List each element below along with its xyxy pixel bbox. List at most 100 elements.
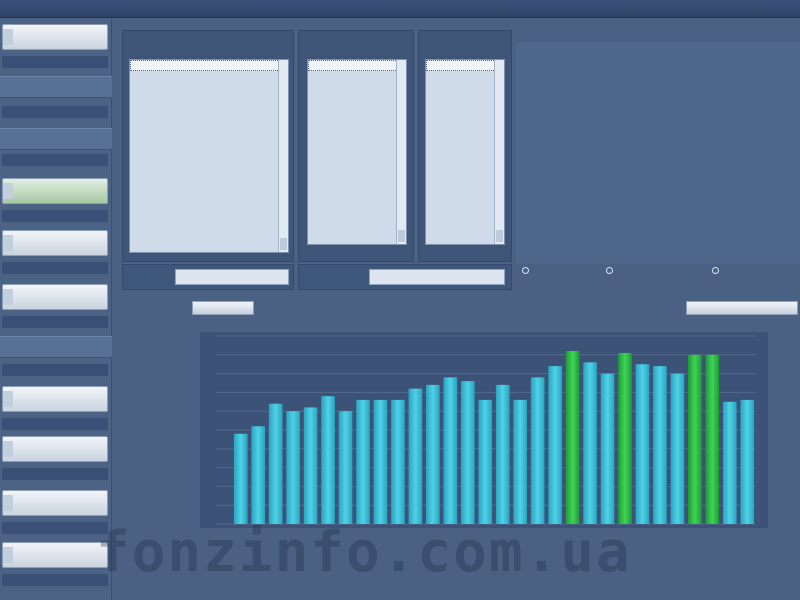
- sidebar-separator: [0, 336, 112, 358]
- sidebar-button[interactable]: [2, 284, 108, 310]
- info-row: [524, 178, 794, 192]
- chart-bar: [653, 366, 667, 524]
- chart-bar: [338, 411, 353, 524]
- chart-bar: [408, 388, 423, 524]
- window-titlebar: [0, 0, 800, 18]
- chart-bar: [478, 399, 493, 524]
- toolbar-button-1[interactable]: [192, 301, 254, 315]
- list-item[interactable]: [308, 60, 406, 71]
- chart-bar: [513, 399, 528, 524]
- chart-bar: [495, 384, 510, 524]
- list-box-1[interactable]: [129, 59, 289, 253]
- chart-bar: [251, 426, 266, 524]
- list-box-3[interactable]: [425, 59, 505, 245]
- tab-edge-icon: [3, 235, 13, 251]
- sidebar-button[interactable]: [2, 436, 108, 462]
- list-item[interactable]: [426, 93, 504, 104]
- scroll-thumb[interactable]: [280, 238, 287, 250]
- chart-bar: [321, 396, 335, 524]
- info-row: [524, 76, 794, 90]
- chart-bar: [583, 362, 597, 524]
- radio-icon: [606, 267, 613, 274]
- chart-bar: [426, 384, 440, 524]
- sidebar-button[interactable]: [2, 490, 108, 516]
- scrollbar[interactable]: [396, 60, 406, 244]
- list-item[interactable]: [426, 71, 504, 82]
- info-row: [524, 194, 794, 208]
- chart-bar: [705, 354, 720, 524]
- info-row: [524, 92, 794, 106]
- filter-bar-2: [298, 264, 512, 290]
- chart-bar: [548, 366, 562, 524]
- sidebar: [0, 18, 112, 600]
- tab-edge-icon: [3, 495, 13, 511]
- chart-bar: [565, 351, 580, 524]
- sidebar-separator: [0, 76, 112, 98]
- sidebar-item-label: [2, 418, 108, 430]
- chart-bar: [286, 411, 300, 524]
- sidebar-item-label: [2, 210, 108, 222]
- chart-bar: [670, 373, 685, 524]
- sidebar-item-label: [2, 262, 108, 274]
- chart-bar: [356, 399, 370, 524]
- radio-icon: [522, 267, 529, 274]
- chart-toolbar: [112, 298, 800, 320]
- options-row: [516, 264, 800, 294]
- chart-bar: [688, 354, 702, 524]
- sidebar-button-active[interactable]: [2, 178, 108, 204]
- sidebar-item-label: [2, 154, 108, 166]
- sidebar-button[interactable]: [2, 386, 108, 412]
- radio-option-2[interactable]: [606, 266, 615, 275]
- chart-bar: [373, 399, 388, 524]
- list-item[interactable]: [426, 60, 504, 71]
- chart-bar: [391, 399, 405, 524]
- info-row: [524, 162, 794, 176]
- scroll-thumb[interactable]: [496, 230, 503, 242]
- radio-option-1[interactable]: [522, 266, 531, 275]
- info-row: [524, 60, 794, 74]
- sidebar-item-label: [2, 56, 108, 68]
- radio-icon: [712, 267, 719, 274]
- sidebar-button[interactable]: [2, 24, 108, 50]
- tab-edge-icon: [3, 29, 13, 45]
- sidebar-separator: [0, 128, 112, 150]
- chart-bar: [460, 381, 475, 524]
- list-panel-1: [122, 30, 294, 262]
- info-row: [524, 146, 794, 160]
- toolbar-button-2[interactable]: [686, 301, 798, 315]
- chart-bar: [618, 352, 632, 524]
- tab-edge-icon: [3, 441, 13, 457]
- info-row: [524, 210, 794, 224]
- list-panel-3: [418, 30, 512, 262]
- chart-bar: [303, 407, 318, 524]
- list-panel-2: [298, 30, 414, 262]
- radio-option-3[interactable]: [712, 266, 721, 275]
- sidebar-button[interactable]: [2, 542, 108, 568]
- list-box-2[interactable]: [307, 59, 407, 245]
- filter-input-2[interactable]: [369, 269, 505, 285]
- list-item[interactable]: [426, 82, 504, 93]
- chart-bar: [233, 433, 248, 524]
- watermark: fonzinfo.com.ua: [96, 520, 632, 585]
- chart-bar: [722, 401, 737, 524]
- filter-bar-1: [122, 264, 294, 290]
- chart-bar: [600, 373, 615, 524]
- info-panel: [516, 42, 800, 264]
- sidebar-item-label: [2, 316, 108, 328]
- chart-bar: [268, 403, 283, 524]
- scrollbar[interactable]: [494, 60, 504, 244]
- info-row: [524, 108, 794, 122]
- filter-input-1[interactable]: [175, 269, 289, 285]
- list-item[interactable]: [130, 71, 288, 82]
- sidebar-item-label: [2, 574, 108, 586]
- tab-edge-icon: [3, 289, 13, 305]
- list-item[interactable]: [130, 60, 288, 71]
- sidebar-item-label: [2, 468, 108, 480]
- sidebar-button[interactable]: [2, 230, 108, 256]
- sidebar-item-label: [2, 522, 108, 534]
- sidebar-item-label: [2, 364, 108, 376]
- sidebar-item-label: [2, 106, 108, 118]
- scroll-thumb[interactable]: [398, 230, 405, 242]
- chart-bar: [443, 377, 458, 524]
- scrollbar[interactable]: [278, 60, 288, 252]
